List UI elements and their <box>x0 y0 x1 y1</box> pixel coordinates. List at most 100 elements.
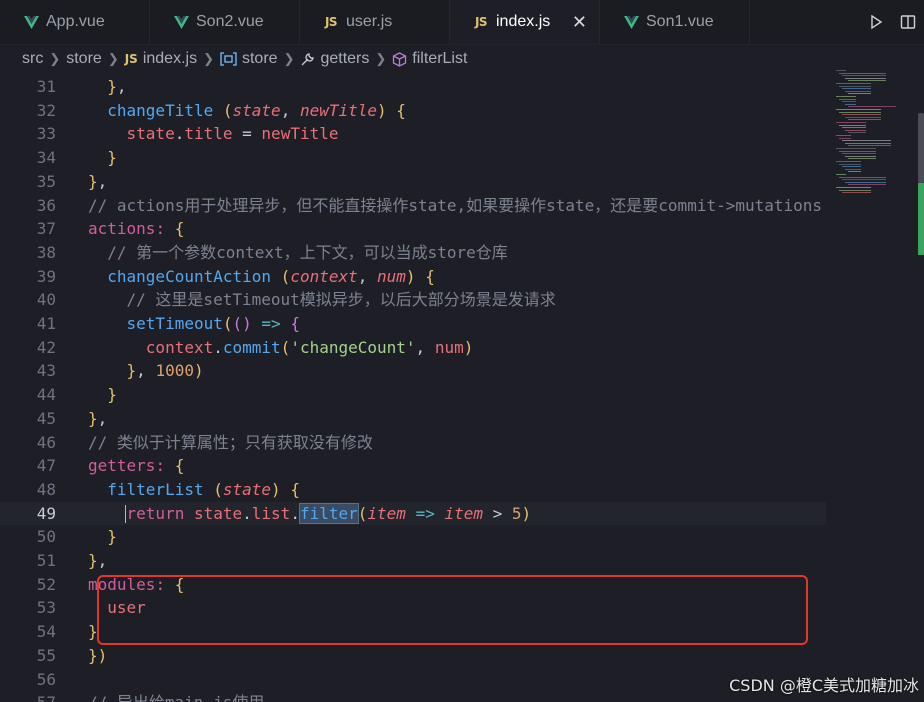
line-number: 55 <box>36 645 56 665</box>
code-line[interactable]: 36 // actions用于处理异步，但不能直接操作state,如果要操作sta… <box>0 194 826 218</box>
minimap-line <box>845 155 876 157</box>
minimap-line <box>839 85 871 87</box>
code-text: }, 1000) <box>126 361 204 381</box>
code-line[interactable]: 41 setTimeout(() => { <box>0 312 826 336</box>
code-text: }, <box>88 171 108 191</box>
code-text: context.commit('changeCount', num) <box>145 337 474 357</box>
tab-son2-vue[interactable]: Son2.vue <box>150 0 300 44</box>
split-editor-icon[interactable] <box>892 14 924 30</box>
code-line[interactable]: 51}, <box>0 549 826 573</box>
watermark: CSDN @橙C美式加糖加冰 <box>729 676 919 695</box>
breadcrumb-item-store-symbol[interactable]: store <box>242 50 278 68</box>
line-number: 52 <box>36 574 56 594</box>
symbol-variable-icon <box>220 52 237 66</box>
code-text: // 导出给main.js使用 <box>88 691 264 702</box>
minimap-line <box>848 171 861 173</box>
code-text: // 第一个参数context，上下文，可以当成store仓库 <box>88 242 508 262</box>
vue-file-icon <box>622 15 640 29</box>
breadcrumb-item-store[interactable]: store <box>66 50 102 68</box>
minimap-line <box>842 153 876 155</box>
tab-son1-vue[interactable]: Son1.vue <box>600 0 750 44</box>
tab-index-js[interactable]: JS index.js ✕ <box>450 0 600 44</box>
minimap-line <box>836 161 861 162</box>
tab-user-js[interactable]: JS user.js <box>300 0 450 44</box>
close-tab-icon[interactable]: ✕ <box>572 12 587 32</box>
line-number: 44 <box>36 385 56 405</box>
minimap-line <box>839 150 876 152</box>
scroll-change-marker <box>918 183 924 255</box>
code-text: }, <box>88 408 108 428</box>
line-number: 37 <box>36 219 56 239</box>
code-text: // 类似于计算属性；只有获取没有修改 <box>88 432 373 452</box>
tab-label: App.vue <box>46 13 105 30</box>
breadcrumb-item-getters[interactable]: getters <box>320 50 369 68</box>
code-text: }, <box>107 77 127 96</box>
breadcrumb-item-filterlist[interactable]: filterList <box>412 50 467 68</box>
code-line[interactable]: 55}) <box>0 644 826 668</box>
minimap-line <box>848 158 876 160</box>
code-line[interactable]: 40 // 这里是setTimeout模拟异步，以后大部分场景是发请求 <box>0 288 826 312</box>
editor-tab-bar: App.vue Son2.vue JS user.js JS index.js … <box>0 0 924 45</box>
code-line[interactable]: 44 } <box>0 383 826 407</box>
code-line[interactable]: 45}, <box>0 407 826 431</box>
code-line[interactable]: 57 // 导出给main.js使用 <box>0 691 826 702</box>
code-line[interactable]: 56 <box>0 668 826 692</box>
code-line[interactable]: 48 filterList (state) { <box>0 478 826 502</box>
line-number: 47 <box>36 456 56 476</box>
line-number: 32 <box>36 100 56 120</box>
code-text: actions: { <box>88 219 185 239</box>
vertical-scrollbar[interactable] <box>918 73 924 683</box>
line-number: 41 <box>36 314 56 333</box>
code-text: changeCountAction (context, num) { <box>107 266 435 286</box>
scroll-thumb[interactable] <box>918 113 924 183</box>
minimap-line <box>845 116 881 118</box>
minimap-line <box>836 83 871 84</box>
minimap-line <box>848 132 866 134</box>
code-line[interactable]: 43 }, 1000) <box>0 359 826 383</box>
code-text: return state.list.filter(item => item > … <box>126 502 532 524</box>
code-line[interactable]: 50 } <box>0 525 826 549</box>
code-line[interactable]: 46 // 类似于计算属性；只有获取没有修改 <box>0 431 826 455</box>
tab-label: Son1.vue <box>646 13 714 30</box>
code-text: state.title = newTitle <box>126 124 339 144</box>
line-number: 34 <box>36 148 56 168</box>
minimap-line <box>845 129 866 131</box>
chevron-right-icon: ❯ <box>203 51 214 66</box>
vue-file-icon <box>22 15 40 29</box>
cube-icon <box>392 51 407 67</box>
js-file-icon: JS <box>124 52 138 66</box>
breadcrumb-item-src[interactable]: src <box>22 50 43 68</box>
code-line[interactable]: 38 // 第一个参数context，上下文，可以当成store仓库 <box>0 241 826 265</box>
minimap-line <box>839 98 856 100</box>
code-line[interactable]: 32 changeTitle (state, newTitle) { <box>0 99 826 123</box>
minimap-line <box>845 77 886 79</box>
code-text: } <box>107 527 117 547</box>
line-number: 43 <box>36 361 56 381</box>
code-line[interactable]: 47 getters: { <box>0 454 826 478</box>
tab-label: user.js <box>346 13 393 30</box>
minimap-line <box>839 124 866 126</box>
minimap-line <box>848 119 881 121</box>
minimap[interactable] <box>832 70 912 200</box>
wrench-icon <box>300 52 315 67</box>
minimap-line <box>839 111 881 113</box>
minimap-line <box>836 122 866 123</box>
code-line[interactable]: 33 state.title = newTitle <box>0 122 826 146</box>
minimap-line <box>842 88 871 90</box>
minimap-line <box>839 189 871 191</box>
minimap-line <box>842 140 891 142</box>
tab-app-vue[interactable]: App.vue <box>0 0 150 44</box>
code-line[interactable]: 34 } <box>0 146 826 170</box>
run-icon[interactable] <box>860 14 892 30</box>
breadcrumb-item-index-js[interactable]: index.js <box>143 50 197 68</box>
code-line[interactable]: 39 changeCountAction (context, num) { <box>0 265 826 289</box>
js-file-icon: JS <box>474 15 488 29</box>
tab-label: index.js <box>496 13 551 30</box>
code-line[interactable]: 31 }, <box>0 75 826 99</box>
code-line[interactable]: 35}, <box>0 170 826 194</box>
minimap-line <box>845 90 871 92</box>
code-line[interactable]: 37 actions: { <box>0 217 826 241</box>
code-line[interactable]: 49 return state.list.filter(item => item… <box>0 501 826 526</box>
code-line[interactable]: 42 context.commit('changeCount', num) <box>0 336 826 360</box>
chevron-right-icon: ❯ <box>283 51 295 66</box>
